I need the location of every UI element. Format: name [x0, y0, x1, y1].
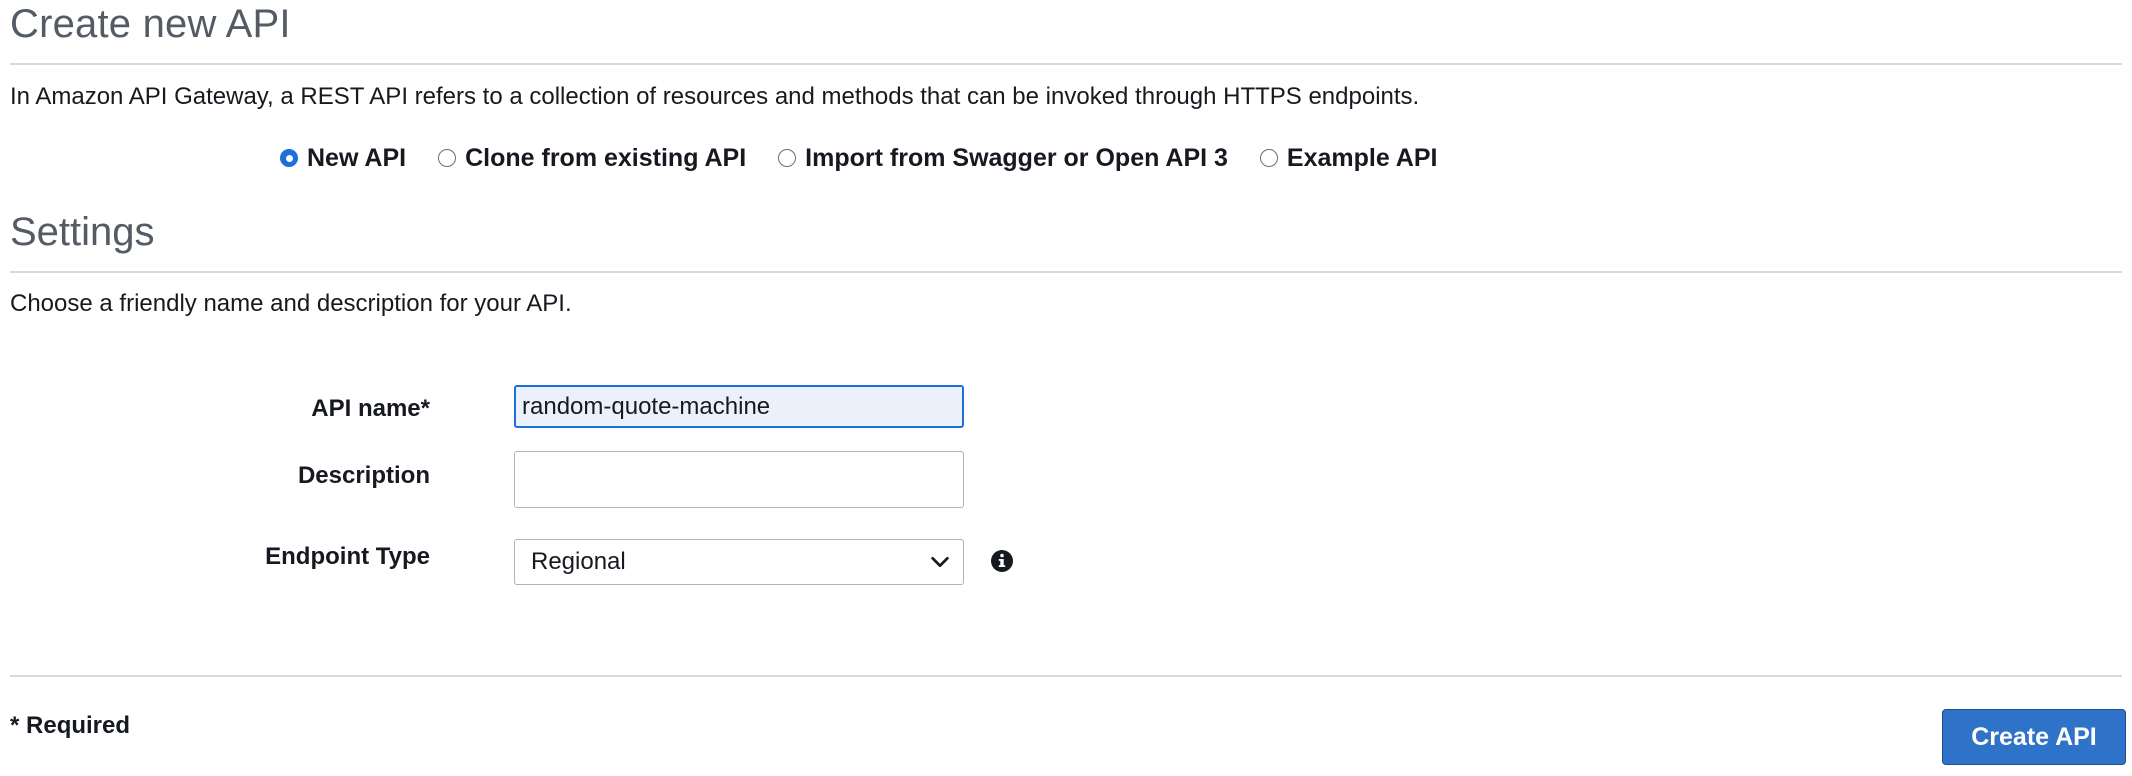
title-divider: [10, 63, 2122, 65]
create-api-button[interactable]: Create API: [1942, 709, 2126, 765]
api-name-label: API name*: [311, 395, 430, 422]
radio-circle[interactable]: [778, 149, 797, 167]
required-note: * Required: [10, 712, 131, 739]
description-label: Description: [297, 462, 430, 489]
radio-label: New API: [307, 143, 407, 172]
endpoint-type-select[interactable]: Regional: [514, 539, 964, 585]
radio-label: Clone from existing API: [465, 143, 747, 172]
api-name-input[interactable]: [514, 385, 964, 428]
radio-clone-existing[interactable]: Clone from existing API: [438, 144, 746, 173]
footer-divider: [10, 675, 2122, 677]
endpoint-type-label: Endpoint Type: [265, 543, 430, 570]
settings-divider: [10, 271, 2122, 273]
radio-circle[interactable]: [438, 149, 457, 167]
create-api-page: Create new API In Amazon API Gateway, a …: [10, 0, 2126, 776]
radio-label: Example API: [1286, 143, 1438, 172]
endpoint-type-value: Regional: [531, 548, 626, 575]
intro-text: In Amazon API Gateway, a REST API refers…: [10, 83, 1420, 110]
radio-circle[interactable]: [1259, 149, 1278, 167]
description-input[interactable]: [514, 451, 964, 508]
radio-import-swagger[interactable]: Import from Swagger or Open API 3: [778, 144, 1228, 173]
settings-heading: Settings: [10, 210, 155, 254]
chevron-down-icon: [931, 556, 949, 568]
radio-label: Import from Swagger or Open API 3: [805, 143, 1228, 172]
settings-subtitle: Choose a friendly name and description f…: [10, 290, 572, 317]
radio-circle-selected[interactable]: [280, 149, 298, 167]
info-icon[interactable]: [990, 549, 1014, 573]
api-source-radio-group: New API Clone from existing API Import f…: [280, 140, 1469, 176]
radio-new-api[interactable]: New API: [280, 144, 406, 173]
page-title: Create new API: [10, 2, 291, 46]
radio-example-api[interactable]: Example API: [1259, 143, 1438, 173]
